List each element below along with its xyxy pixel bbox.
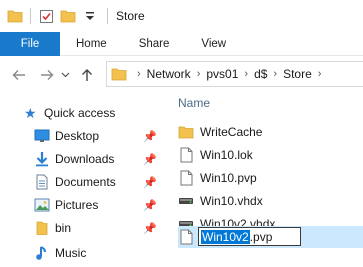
breadcrumb-separator-icon[interactable]: › xyxy=(244,68,248,80)
tab-file[interactable]: File xyxy=(0,32,60,56)
breadcrumb-separator-icon[interactable]: › xyxy=(197,68,201,80)
ribbon-tabs: File Home Share View xyxy=(0,32,363,56)
breadcrumb-network[interactable]: Network xyxy=(147,67,191,81)
sidebar-item-downloads[interactable]: Downloads 📌 xyxy=(0,148,160,170)
file-name: Win10.pvp xyxy=(200,170,257,185)
tab-home[interactable]: Home xyxy=(60,32,123,56)
folder-icon xyxy=(178,123,194,141)
breadcrumb-separator-icon[interactable]: › xyxy=(273,68,277,80)
list-item[interactable]: Win10.vhdx xyxy=(178,190,363,211)
document-icon xyxy=(178,146,194,164)
navigation-pane: ★ Quick access Desktop 📌 Downloads 📌 Doc… xyxy=(0,96,160,267)
desktop-icon xyxy=(33,127,51,145)
pin-icon[interactable]: 📌 xyxy=(143,153,157,166)
sidebar-item-documents[interactable]: Documents 📌 xyxy=(0,171,160,193)
column-header-name[interactable]: Name xyxy=(178,96,210,110)
breadcrumb-separator-icon[interactable]: › xyxy=(137,68,141,80)
window-title: Store xyxy=(116,9,145,23)
breadcrumb-store[interactable]: Store xyxy=(283,67,312,81)
navigation-bar: › Network › pvs01 › d$ › Store › xyxy=(0,57,363,93)
file-list: Name WriteCache Win10.lok Win10.pvp Win1… xyxy=(172,93,363,267)
sidebar-item-label: bin xyxy=(55,221,72,235)
new-folder-icon[interactable] xyxy=(59,7,77,25)
rename-selected-text: Win10v2 xyxy=(201,229,250,244)
title-divider xyxy=(107,8,108,24)
list-item[interactable]: WriteCache xyxy=(178,121,363,142)
up-arrow-icon[interactable] xyxy=(76,64,98,86)
recent-locations-chevron-icon[interactable] xyxy=(58,64,72,86)
sidebar-item-label: Documents xyxy=(55,175,116,189)
documents-icon xyxy=(33,173,51,191)
sidebar-item-quick-access[interactable]: ★ Quick access xyxy=(0,102,160,124)
file-name: Win10.vhdx xyxy=(200,193,263,208)
folder-icon xyxy=(33,219,51,237)
document-icon xyxy=(178,228,194,246)
music-icon xyxy=(33,244,51,262)
document-icon xyxy=(178,169,194,187)
sidebar-item-label: Pictures xyxy=(55,198,99,212)
sidebar-item-desktop[interactable]: Desktop 📌 xyxy=(0,125,160,147)
folder-icon[interactable] xyxy=(6,7,24,25)
sidebar-item-pictures[interactable]: Pictures 📌 xyxy=(0,194,160,216)
toolbar-divider xyxy=(30,8,31,24)
sidebar-item-label: Desktop xyxy=(55,129,100,143)
forward-arrow-icon[interactable] xyxy=(36,64,58,86)
folder-icon xyxy=(111,67,127,81)
star-icon: ★ xyxy=(24,104,37,121)
sidebar-item-label: Quick access xyxy=(44,106,116,120)
properties-icon[interactable] xyxy=(37,7,55,25)
pin-icon[interactable]: 📌 xyxy=(143,130,157,143)
sidebar-item-music[interactable]: Music xyxy=(0,242,160,264)
tab-view[interactable]: View xyxy=(185,32,242,56)
pictures-icon xyxy=(33,196,51,214)
list-item-renaming[interactable]: Win10v2 .pvp xyxy=(178,226,363,248)
pin-icon[interactable]: 📌 xyxy=(143,176,157,189)
tab-share[interactable]: Share xyxy=(123,32,186,56)
file-name: WriteCache xyxy=(200,124,263,139)
sidebar-item-bin[interactable]: bin 📌 xyxy=(0,217,160,239)
list-item[interactable]: Win10.pvp xyxy=(178,167,363,188)
list-item[interactable]: Win10.lok xyxy=(178,144,363,165)
sidebar-item-label: Music xyxy=(55,246,87,260)
title-bar: Store xyxy=(0,0,363,32)
back-arrow-icon[interactable] xyxy=(8,64,30,86)
breadcrumb-d-share[interactable]: d$ xyxy=(254,67,267,81)
pin-icon[interactable]: 📌 xyxy=(143,199,157,212)
downloads-icon xyxy=(33,150,51,168)
pin-icon[interactable]: 📌 xyxy=(143,222,157,235)
breadcrumb-pvs01[interactable]: pvs01 xyxy=(206,67,238,81)
sidebar-item-label: Downloads xyxy=(55,152,115,166)
disk-icon xyxy=(178,192,194,210)
file-name: Win10.lok xyxy=(200,147,253,162)
rename-extension-text: .pvp xyxy=(249,229,273,244)
customize-dropdown-icon[interactable] xyxy=(81,7,99,25)
address-bar[interactable]: › Network › pvs01 › d$ › Store › xyxy=(106,61,363,87)
quick-access-toolbar xyxy=(0,0,103,32)
rename-input[interactable]: Win10v2 .pvp xyxy=(198,227,301,246)
breadcrumb-separator-icon[interactable]: › xyxy=(318,68,322,80)
